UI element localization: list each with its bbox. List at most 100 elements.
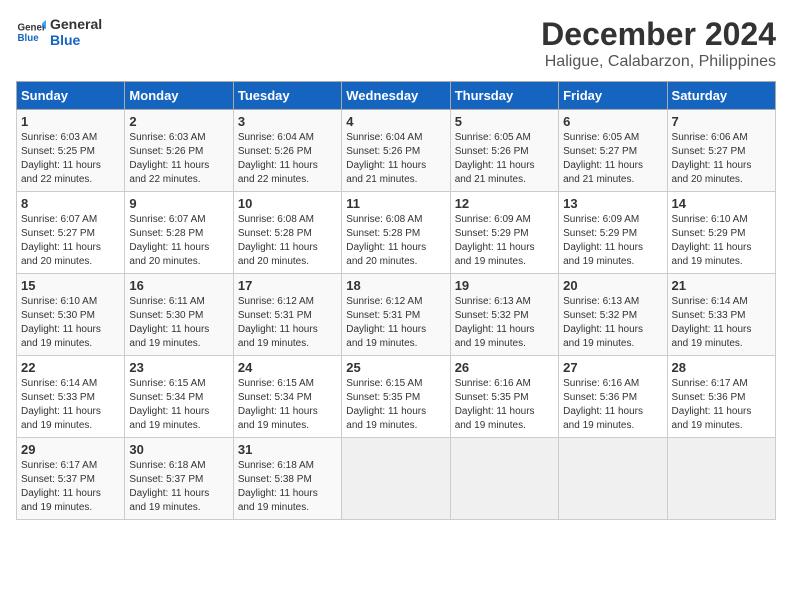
- day-number: 31: [238, 442, 337, 457]
- day-number: 2: [129, 114, 228, 129]
- day-info: Sunrise: 6:11 AM Sunset: 5:30 PM Dayligh…: [129, 295, 228, 351]
- day-number: 7: [672, 114, 771, 129]
- logo-line1: General: [50, 16, 102, 32]
- title-block: December 2024 Haligue, Calabarzon, Phili…: [541, 16, 776, 71]
- calendar-cell: 22 Sunrise: 6:14 AM Sunset: 5:33 PM Dayli…: [17, 356, 125, 438]
- day-info: Sunrise: 6:10 AM Sunset: 5:29 PM Dayligh…: [672, 213, 771, 269]
- calendar-cell: 31 Sunrise: 6:18 AM Sunset: 5:38 PM Dayli…: [233, 438, 341, 520]
- day-number: 17: [238, 278, 337, 293]
- day-info: Sunrise: 6:16 AM Sunset: 5:35 PM Dayligh…: [455, 377, 554, 433]
- calendar-cell: 16 Sunrise: 6:11 AM Sunset: 5:30 PM Dayli…: [125, 274, 233, 356]
- day-info: Sunrise: 6:13 AM Sunset: 5:32 PM Dayligh…: [563, 295, 662, 351]
- day-number: 29: [21, 442, 120, 457]
- calendar-cell: [450, 438, 558, 520]
- day-info: Sunrise: 6:15 AM Sunset: 5:34 PM Dayligh…: [238, 377, 337, 433]
- day-info: Sunrise: 6:14 AM Sunset: 5:33 PM Dayligh…: [21, 377, 120, 433]
- calendar-week-row: 15Sunrise: 6:10 AM Sunset: 5:30 PM Dayli…: [17, 274, 776, 356]
- calendar-cell: 30Sunrise: 6:18 AM Sunset: 5:37 PM Dayli…: [125, 438, 233, 520]
- calendar-header-row: SundayMondayTuesdayWednesdayThursdayFrid…: [17, 82, 776, 110]
- calendar-cell: 10 Sunrise: 6:08 AM Sunset: 5:28 PM Dayli…: [233, 192, 341, 274]
- calendar-week-row: 1 Sunrise: 6:03 AM Sunset: 5:25 PM Daylig…: [17, 110, 776, 192]
- day-info: Sunrise: 6:07 AM Sunset: 5:28 PM Dayligh…: [129, 213, 228, 269]
- day-info: Sunrise: 6:05 AM Sunset: 5:27 PM Dayligh…: [563, 131, 662, 187]
- calendar-cell: 14Sunrise: 6:10 AM Sunset: 5:29 PM Dayli…: [667, 192, 775, 274]
- day-number: 1: [21, 114, 120, 129]
- calendar-cell: 3Sunrise: 6:04 AM Sunset: 5:26 PM Daylig…: [233, 110, 341, 192]
- day-number: 11: [346, 196, 445, 211]
- day-number: 28: [672, 360, 771, 375]
- day-number: 13: [563, 196, 662, 211]
- page-header: General Blue General Blue December 2024 …: [16, 16, 776, 71]
- day-info: Sunrise: 6:07 AM Sunset: 5:27 PM Dayligh…: [21, 213, 120, 269]
- calendar-cell: 15Sunrise: 6:10 AM Sunset: 5:30 PM Dayli…: [17, 274, 125, 356]
- calendar-cell: 25 Sunrise: 6:15 AM Sunset: 5:35 PM Dayli…: [342, 356, 450, 438]
- header-cell-saturday: Saturday: [667, 82, 775, 110]
- day-info: Sunrise: 6:08 AM Sunset: 5:28 PM Dayligh…: [346, 213, 445, 269]
- day-number: 25: [346, 360, 445, 375]
- calendar-subtitle: Haligue, Calabarzon, Philippines: [541, 53, 776, 71]
- header-cell-monday: Monday: [125, 82, 233, 110]
- calendar-cell: [342, 438, 450, 520]
- day-info: Sunrise: 6:06 AM Sunset: 5:27 PM Dayligh…: [672, 131, 771, 187]
- day-number: 8: [21, 196, 120, 211]
- calendar-cell: 5 Sunrise: 6:05 AM Sunset: 5:26 PM Daylig…: [450, 110, 558, 192]
- day-number: 21: [672, 278, 771, 293]
- day-info: Sunrise: 6:10 AM Sunset: 5:30 PM Dayligh…: [21, 295, 120, 351]
- day-info: Sunrise: 6:04 AM Sunset: 5:26 PM Dayligh…: [346, 131, 445, 187]
- day-number: 3: [238, 114, 337, 129]
- day-info: Sunrise: 6:16 AM Sunset: 5:36 PM Dayligh…: [563, 377, 662, 433]
- calendar-cell: [667, 438, 775, 520]
- day-number: 5: [455, 114, 554, 129]
- day-info: Sunrise: 6:15 AM Sunset: 5:34 PM Dayligh…: [129, 377, 228, 433]
- header-cell-thursday: Thursday: [450, 82, 558, 110]
- calendar-cell: 26 Sunrise: 6:16 AM Sunset: 5:35 PM Dayli…: [450, 356, 558, 438]
- day-number: 23: [129, 360, 228, 375]
- day-number: 16: [129, 278, 228, 293]
- day-info: Sunrise: 6:14 AM Sunset: 5:33 PM Dayligh…: [672, 295, 771, 351]
- day-info: Sunrise: 6:05 AM Sunset: 5:26 PM Dayligh…: [455, 131, 554, 187]
- calendar-week-row: 8 Sunrise: 6:07 AM Sunset: 5:27 PM Daylig…: [17, 192, 776, 274]
- day-info: Sunrise: 6:18 AM Sunset: 5:38 PM Dayligh…: [238, 459, 337, 515]
- day-number: 10: [238, 196, 337, 211]
- day-info: Sunrise: 6:15 AM Sunset: 5:35 PM Dayligh…: [346, 377, 445, 433]
- calendar-cell: 4Sunrise: 6:04 AM Sunset: 5:26 PM Daylig…: [342, 110, 450, 192]
- header-cell-friday: Friday: [559, 82, 667, 110]
- calendar-cell: 23 Sunrise: 6:15 AM Sunset: 5:34 PM Dayli…: [125, 356, 233, 438]
- day-number: 12: [455, 196, 554, 211]
- day-info: Sunrise: 6:12 AM Sunset: 5:31 PM Dayligh…: [238, 295, 337, 351]
- day-info: Sunrise: 6:18 AM Sunset: 5:37 PM Dayligh…: [129, 459, 228, 515]
- calendar-cell: 9 Sunrise: 6:07 AM Sunset: 5:28 PM Daylig…: [125, 192, 233, 274]
- day-number: 9: [129, 196, 228, 211]
- day-info: Sunrise: 6:17 AM Sunset: 5:36 PM Dayligh…: [672, 377, 771, 433]
- day-info: Sunrise: 6:03 AM Sunset: 5:26 PM Dayligh…: [129, 131, 228, 187]
- day-info: Sunrise: 6:13 AM Sunset: 5:32 PM Dayligh…: [455, 295, 554, 351]
- header-cell-wednesday: Wednesday: [342, 82, 450, 110]
- day-number: 24: [238, 360, 337, 375]
- logo: General Blue General Blue: [16, 16, 102, 48]
- day-number: 27: [563, 360, 662, 375]
- logo-icon: General Blue: [16, 17, 46, 47]
- calendar-title: December 2024: [541, 16, 776, 53]
- day-info: Sunrise: 6:03 AM Sunset: 5:25 PM Dayligh…: [21, 131, 120, 187]
- calendar-cell: [559, 438, 667, 520]
- calendar-week-row: 22 Sunrise: 6:14 AM Sunset: 5:33 PM Dayli…: [17, 356, 776, 438]
- day-number: 26: [455, 360, 554, 375]
- day-number: 22: [21, 360, 120, 375]
- logo-line2: Blue: [50, 32, 102, 48]
- calendar-cell: 7 Sunrise: 6:06 AM Sunset: 5:27 PM Daylig…: [667, 110, 775, 192]
- calendar-cell: 12Sunrise: 6:09 AM Sunset: 5:29 PM Dayli…: [450, 192, 558, 274]
- day-info: Sunrise: 6:09 AM Sunset: 5:29 PM Dayligh…: [563, 213, 662, 269]
- calendar-cell: 11 Sunrise: 6:08 AM Sunset: 5:28 PM Dayli…: [342, 192, 450, 274]
- calendar-cell: 28 Sunrise: 6:17 AM Sunset: 5:36 PM Dayli…: [667, 356, 775, 438]
- svg-text:General: General: [18, 23, 47, 34]
- calendar-cell: 1 Sunrise: 6:03 AM Sunset: 5:25 PM Daylig…: [17, 110, 125, 192]
- calendar-cell: 13 Sunrise: 6:09 AM Sunset: 5:29 PM Dayli…: [559, 192, 667, 274]
- day-info: Sunrise: 6:17 AM Sunset: 5:37 PM Dayligh…: [21, 459, 120, 515]
- calendar-cell: 17 Sunrise: 6:12 AM Sunset: 5:31 PM Dayli…: [233, 274, 341, 356]
- day-info: Sunrise: 6:08 AM Sunset: 5:28 PM Dayligh…: [238, 213, 337, 269]
- day-number: 18: [346, 278, 445, 293]
- header-cell-tuesday: Tuesday: [233, 82, 341, 110]
- calendar-cell: 24 Sunrise: 6:15 AM Sunset: 5:34 PM Dayli…: [233, 356, 341, 438]
- calendar-cell: 6Sunrise: 6:05 AM Sunset: 5:27 PM Daylig…: [559, 110, 667, 192]
- calendar-cell: 20Sunrise: 6:13 AM Sunset: 5:32 PM Dayli…: [559, 274, 667, 356]
